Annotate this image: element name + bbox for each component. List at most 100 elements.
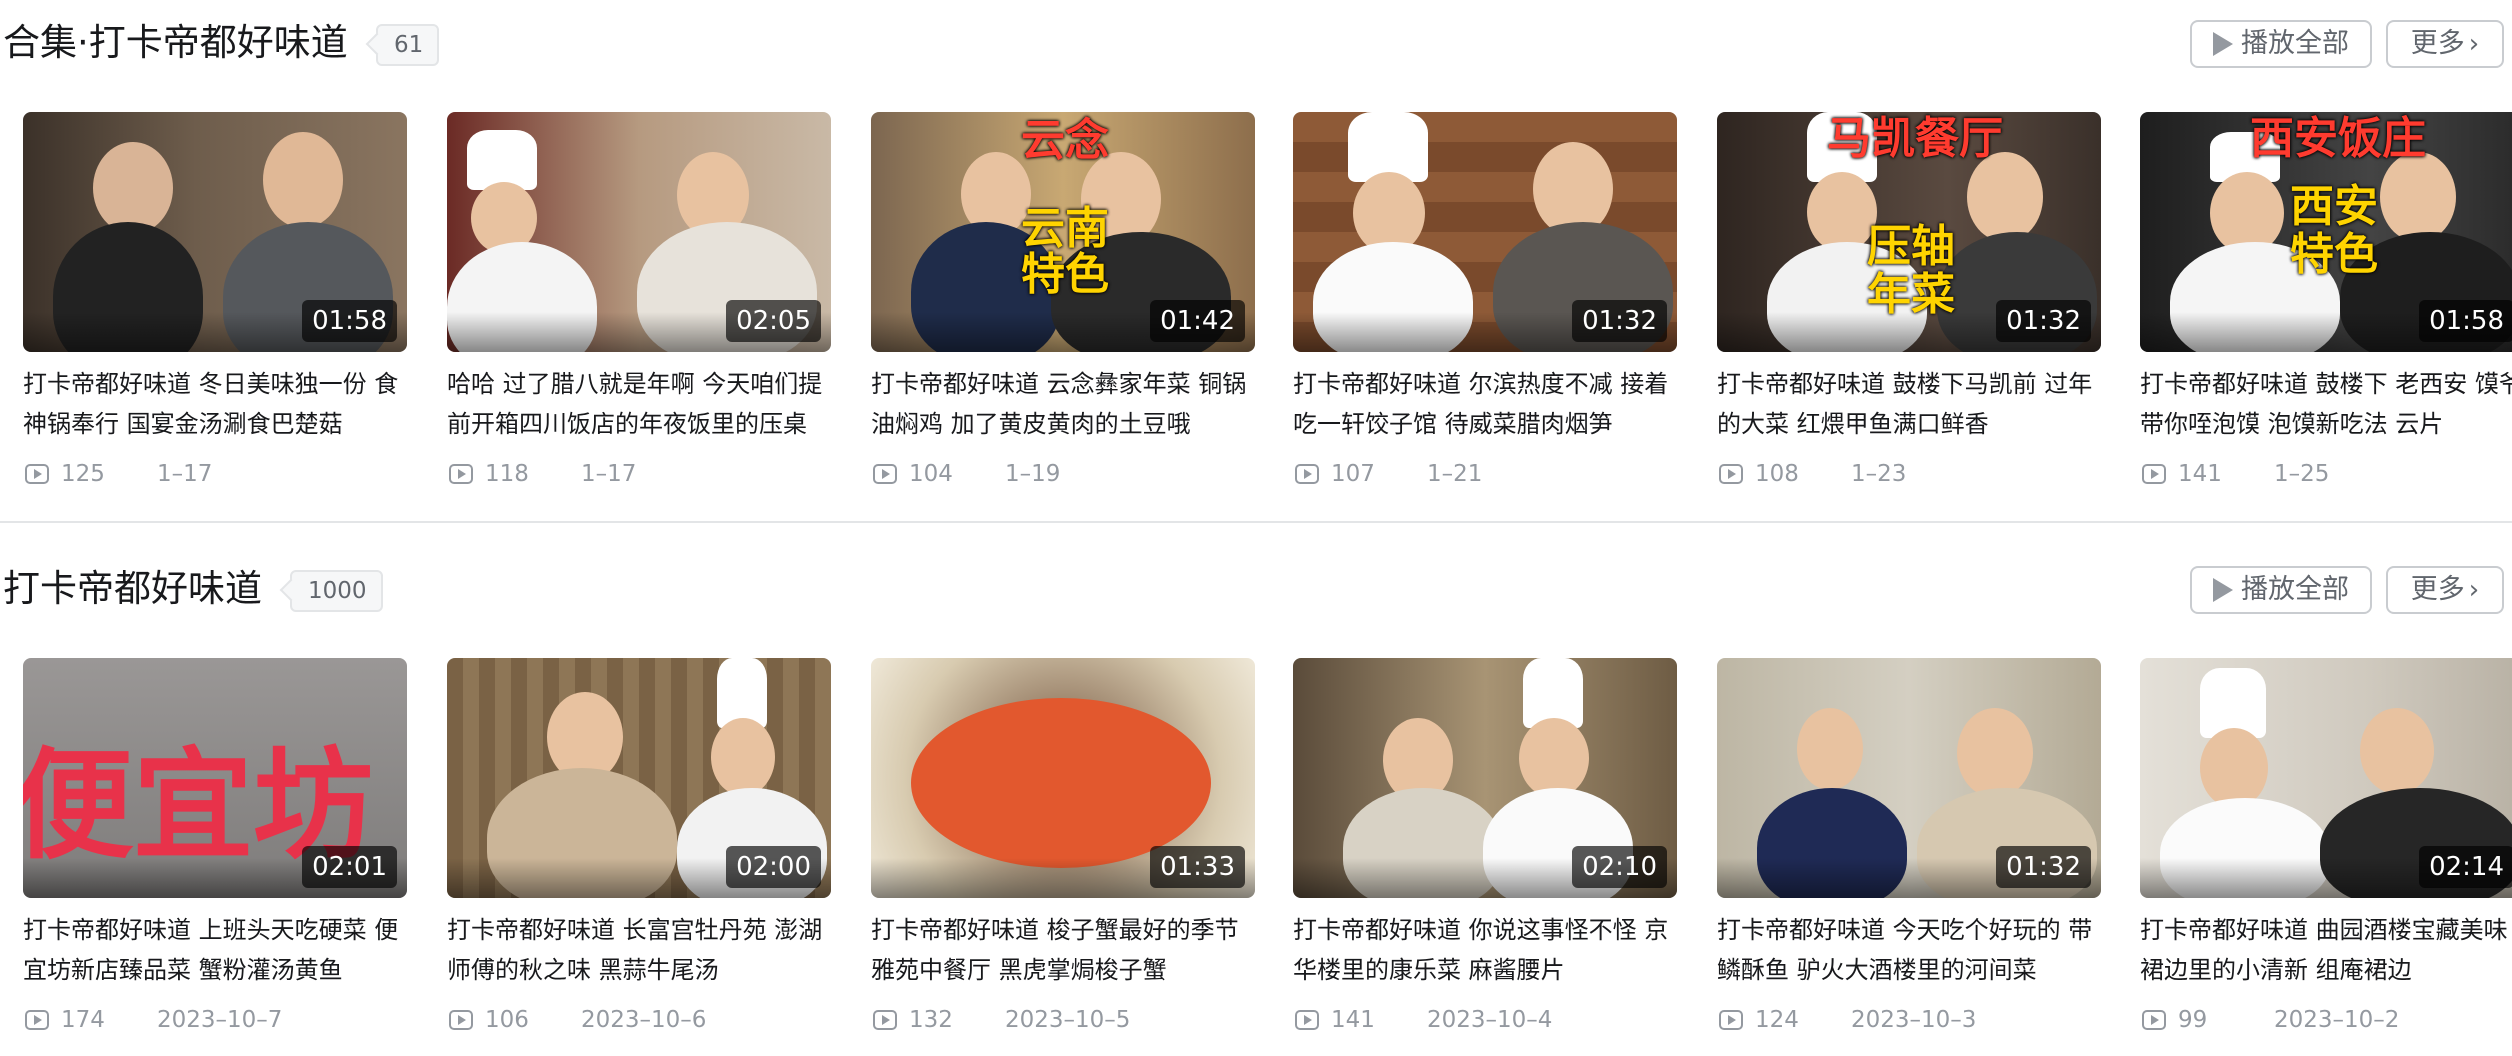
video-title[interactable]: 哈哈 过了腊八就是年啊 今天咱们提前开箱四川饭店的年夜饭里的压桌 — [447, 364, 831, 444]
publish-date: 2023–10–7 — [157, 1007, 283, 1033]
video-thumbnail[interactable]: 01:58 — [23, 112, 407, 352]
video-count-badge: 61 — [376, 24, 440, 66]
video-title[interactable]: 打卡帝都好味道 你说这事怪不怪 京华楼里的康乐菜 麻酱腰片 — [1293, 910, 1677, 990]
video-duration: 01:32 — [1996, 300, 2091, 342]
video-card[interactable]: 02:10 打卡帝都好味道 你说这事怪不怪 京华楼里的康乐菜 麻酱腰片 141 … — [1293, 658, 1677, 1038]
section-header: 合集·打卡帝都好味道 61 播放全部 更多 › — [0, 0, 2512, 90]
more-button[interactable]: 更多 › — [2386, 566, 2504, 614]
play-count-icon — [449, 1010, 473, 1030]
play-count-icon — [1719, 464, 1743, 484]
video-card[interactable]: 02:14 打卡帝都好味道 曲园酒楼宝藏美味 裙边里的小清新 组庵裙边 99 2… — [2140, 658, 2512, 1038]
video-duration: 01:32 — [1572, 300, 1667, 342]
collection-section: 合集·打卡帝都好味道 61 播放全部 更多 › 01:58 打卡帝都好味道 冬日… — [0, 0, 2512, 523]
video-duration: 01:33 — [1150, 846, 1245, 888]
play-count-icon — [2142, 464, 2166, 484]
play-count-icon — [873, 1010, 897, 1030]
view-count: 107 — [1331, 461, 1375, 487]
view-count: 174 — [61, 1007, 105, 1033]
video-title[interactable]: 打卡帝都好味道 梭子蟹最好的季节 雅苑中餐厅 黑虎掌焗梭子蟹 — [871, 910, 1255, 990]
video-meta: 132 2023–10–5 — [873, 1002, 1130, 1038]
video-meta: 107 1–21 — [1295, 456, 1482, 492]
video-meta: 124 2023–10–3 — [1719, 1002, 1976, 1038]
video-thumbnail[interactable]: 西安饭庄 西安 特色 01:58 — [2140, 112, 2512, 352]
video-meta: 99 2023–10–2 — [2142, 1002, 2399, 1038]
view-count: 118 — [485, 461, 529, 487]
video-card[interactable]: 01:32 打卡帝都好味道 今天吃个好玩的 带鳞酥鱼 驴火大酒楼里的河间菜 12… — [1717, 658, 2101, 1038]
view-count: 125 — [61, 461, 105, 487]
play-all-button[interactable]: 播放全部 — [2190, 20, 2372, 68]
play-count-icon — [25, 464, 49, 484]
video-thumbnail[interactable]: 02:10 — [1293, 658, 1677, 898]
video-thumbnail[interactable]: 02:05 — [447, 112, 831, 352]
section-title[interactable]: 合集·打卡帝都好味道 — [3, 18, 348, 68]
video-title[interactable]: 打卡帝都好味道 今天吃个好玩的 带鳞酥鱼 驴火大酒楼里的河间菜 — [1717, 910, 2101, 990]
video-title[interactable]: 打卡帝都好味道 鼓楼下马凯前 过年的大菜 红煨甲鱼满口鲜香 — [1717, 364, 2101, 444]
series-section: 打卡帝都好味道 1000 播放全部 更多 › 便宜坊 02:01 打卡帝都好味道… — [0, 522, 2512, 1056]
video-thumbnail[interactable]: 02:00 — [447, 658, 831, 898]
video-meta: 118 1–17 — [449, 456, 636, 492]
play-count-icon — [1295, 1010, 1319, 1030]
publish-date: 1–17 — [581, 461, 637, 487]
publish-date: 2023–10–6 — [581, 1007, 707, 1033]
video-thumbnail[interactable]: 便宜坊 02:01 — [23, 658, 407, 898]
play-count-icon — [1295, 464, 1319, 484]
video-duration: 01:58 — [302, 300, 397, 342]
publish-date: 2023–10–2 — [2274, 1007, 2400, 1033]
view-count: 104 — [909, 461, 953, 487]
video-card[interactable]: 云念 云南 特色 01:42 打卡帝都好味道 云念彝家年菜 铜锅油焖鸡 加了黄皮… — [871, 112, 1255, 492]
video-card[interactable]: 01:33 打卡帝都好味道 梭子蟹最好的季节 雅苑中餐厅 黑虎掌焗梭子蟹 132… — [871, 658, 1255, 1038]
publish-date: 2023–10–3 — [1851, 1007, 1977, 1033]
more-label: 更多 — [2410, 574, 2465, 605]
video-thumbnail[interactable]: 马凯餐厅 压轴 年菜 01:32 — [1717, 112, 2101, 352]
video-duration: 01:42 — [1150, 300, 1245, 342]
video-title[interactable]: 打卡帝都好味道 尔滨热度不减 接着吃一轩饺子馆 待威菜腊肉烟笋 — [1293, 364, 1677, 444]
chevron-right-icon: › — [2468, 575, 2480, 605]
video-meta: 125 1–17 — [25, 456, 212, 492]
view-count: 141 — [1331, 1007, 1375, 1033]
video-meta: 106 2023–10–6 — [449, 1002, 706, 1038]
video-card[interactable]: 西安饭庄 西安 特色 01:58 打卡帝都好味道 鼓楼下 老西安 馍爷带你咥泡馍… — [2140, 112, 2512, 492]
section-title[interactable]: 打卡帝都好味道 — [3, 564, 262, 614]
video-title[interactable]: 打卡帝都好味道 曲园酒楼宝藏美味 裙边里的小清新 组庵裙边 — [2140, 910, 2512, 990]
video-card[interactable]: 便宜坊 02:01 打卡帝都好味道 上班头天吃硬菜 便宜坊新店臻品菜 蟹粉灌汤黄… — [23, 658, 407, 1038]
video-meta: 108 1–23 — [1719, 456, 1906, 492]
publish-date: 1–19 — [1005, 461, 1061, 487]
view-count: 108 — [1755, 461, 1799, 487]
video-card[interactable]: 02:05 哈哈 过了腊八就是年啊 今天咱们提前开箱四川饭店的年夜饭里的压桌 1… — [447, 112, 831, 492]
video-card[interactable]: 01:58 打卡帝都好味道 冬日美味独一份 食神锅奉行 国宴金汤涮食巴楚菇 12… — [23, 112, 407, 492]
video-title[interactable]: 打卡帝都好味道 鼓楼下 老西安 馍爷带你咥泡馍 泡馍新吃法 云片 — [2140, 364, 2512, 444]
video-title[interactable]: 打卡帝都好味道 上班头天吃硬菜 便宜坊新店臻品菜 蟹粉灌汤黄鱼 — [23, 910, 407, 990]
video-thumbnail[interactable]: 云念 云南 特色 01:42 — [871, 112, 1255, 352]
video-title[interactable]: 打卡帝都好味道 冬日美味独一份 食神锅奉行 国宴金汤涮食巴楚菇 — [23, 364, 407, 444]
video-title[interactable]: 打卡帝都好味道 长富宫牡丹苑 澎湖师傅的秋之味 黑蒜牛尾汤 — [447, 910, 831, 990]
video-thumbnail[interactable]: 01:32 — [1293, 112, 1677, 352]
video-meta: 141 1–25 — [2142, 456, 2329, 492]
play-count-icon — [873, 464, 897, 484]
chevron-right-icon: › — [2468, 29, 2480, 59]
section-header: 打卡帝都好味道 1000 播放全部 更多 › — [0, 546, 2512, 636]
play-all-label: 播放全部 — [2241, 574, 2349, 605]
video-card[interactable]: 01:32 打卡帝都好味道 尔滨热度不减 接着吃一轩饺子馆 待威菜腊肉烟笋 10… — [1293, 112, 1677, 492]
video-duration: 02:10 — [1572, 846, 1667, 888]
publish-date: 2023–10–5 — [1005, 1007, 1131, 1033]
play-count-icon — [2142, 1010, 2166, 1030]
publish-date: 1–21 — [1427, 461, 1483, 487]
video-duration: 02:00 — [726, 846, 821, 888]
play-icon — [2213, 32, 2233, 56]
video-card[interactable]: 02:00 打卡帝都好味道 长富宫牡丹苑 澎湖师傅的秋之味 黑蒜牛尾汤 106 … — [447, 658, 831, 1038]
view-count: 141 — [2178, 461, 2222, 487]
video-title[interactable]: 打卡帝都好味道 云念彝家年菜 铜锅油焖鸡 加了黄皮黄肉的土豆哦 — [871, 364, 1255, 444]
view-count: 106 — [485, 1007, 529, 1033]
play-count-icon — [1719, 1010, 1743, 1030]
play-all-label: 播放全部 — [2241, 28, 2349, 59]
play-all-button[interactable]: 播放全部 — [2190, 566, 2372, 614]
video-thumbnail[interactable]: 02:14 — [2140, 658, 2512, 898]
view-count: 99 — [2178, 1007, 2208, 1033]
video-card[interactable]: 马凯餐厅 压轴 年菜 01:32 打卡帝都好味道 鼓楼下马凯前 过年的大菜 红煨… — [1717, 112, 2101, 492]
video-meta: 174 2023–10–7 — [25, 1002, 282, 1038]
video-thumbnail[interactable]: 01:32 — [1717, 658, 2101, 898]
video-thumbnail[interactable]: 01:33 — [871, 658, 1255, 898]
more-button[interactable]: 更多 › — [2386, 20, 2504, 68]
play-count-icon — [449, 464, 473, 484]
video-duration: 02:14 — [2419, 846, 2512, 888]
